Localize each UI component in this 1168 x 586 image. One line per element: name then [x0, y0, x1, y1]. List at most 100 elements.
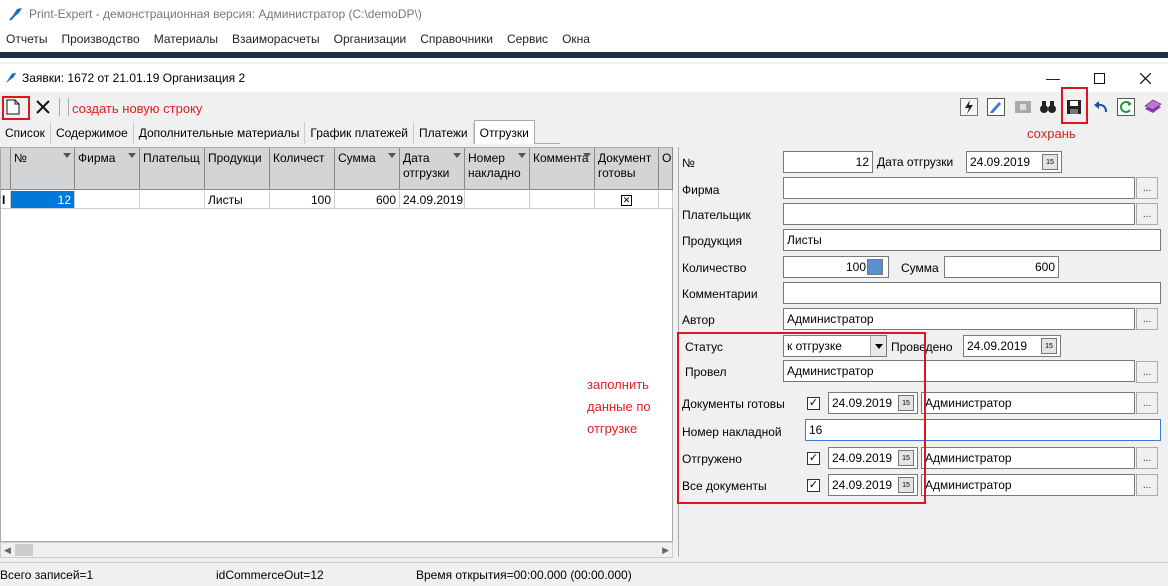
- firm-field[interactable]: [783, 177, 1135, 199]
- product-label: Продукция: [682, 234, 743, 248]
- scroll-left-icon[interactable]: ◀: [4, 545, 11, 556]
- menu-production[interactable]: Производство: [61, 32, 139, 46]
- product-field[interactable]: Листы: [783, 229, 1161, 251]
- cell-other[interactable]: [659, 191, 673, 209]
- window-title-bar: Заявки: 1672 от 21.01.19 Организация 2 —: [0, 64, 1168, 92]
- annotation-box-shipping: [677, 332, 926, 504]
- author-field[interactable]: Администратор: [783, 308, 1135, 330]
- calendar-icon[interactable]: 15: [1042, 154, 1058, 170]
- undo-icon: [1094, 101, 1107, 113]
- comment-field[interactable]: [783, 282, 1161, 304]
- all-docs-user-field[interactable]: Администратор: [921, 474, 1135, 496]
- cell-sum[interactable]: 600: [335, 191, 400, 209]
- menu-windows[interactable]: Окна: [562, 32, 590, 46]
- column-header-invoice-number[interactable]: Номер накладно: [465, 148, 530, 190]
- status-record-id: idCommerceOut=12: [216, 568, 324, 582]
- tab-shipments[interactable]: Отгрузки: [473, 120, 535, 144]
- column-header-payer[interactable]: Плательщ: [140, 148, 205, 190]
- mdi-frame-band: [0, 50, 1168, 62]
- grid-horizontal-scrollbar[interactable]: ◀ ▶: [0, 542, 673, 558]
- cell-docs-ready-checkbox[interactable]: ✕: [595, 191, 659, 209]
- refresh-button[interactable]: [1115, 96, 1137, 118]
- payer-label: Плательщик: [682, 208, 751, 222]
- lightning-button[interactable]: [958, 96, 980, 118]
- scroll-right-icon[interactable]: ▶: [662, 545, 669, 556]
- number-label: №: [682, 156, 695, 170]
- column-header-number[interactable]: №: [11, 148, 75, 190]
- close-icon: [1139, 72, 1151, 84]
- grid-header: № Фирма Плательщ Продукци Количест Сумма…: [1, 148, 673, 190]
- scroll-thumb[interactable]: [15, 544, 33, 556]
- toolbar-separator: [59, 98, 60, 116]
- row-indicator-header: [1, 148, 11, 190]
- tab-extra-materials[interactable]: Дополнительные материалы: [133, 122, 306, 144]
- cell-product[interactable]: Листы: [205, 191, 270, 209]
- number-field[interactable]: 12: [783, 151, 873, 173]
- cell-ship-date[interactable]: 24.09.2019: [400, 191, 465, 209]
- menu-organizations[interactable]: Организации: [334, 32, 407, 46]
- author-lookup-button[interactable]: ...: [1136, 308, 1158, 330]
- delete-row-button[interactable]: [32, 96, 54, 118]
- firm-label: Фирма: [682, 183, 720, 197]
- annotation-fill: заполнить данные по отгрузке: [587, 377, 651, 436]
- menu-service[interactable]: Сервис: [507, 32, 548, 46]
- shipments-grid[interactable]: № Фирма Плательщ Продукци Количест Сумма…: [0, 147, 673, 542]
- column-header-quantity[interactable]: Количест: [270, 148, 335, 190]
- calendar-icon[interactable]: 15: [1041, 338, 1057, 354]
- app-title: Print-Expert - демонстрационная версия: …: [29, 7, 422, 21]
- undo-button[interactable]: [1090, 96, 1112, 118]
- annotation-box-save: [1061, 87, 1088, 124]
- toolbar-separator: [68, 98, 69, 116]
- payer-field[interactable]: [783, 203, 1135, 225]
- calculator-icon[interactable]: [867, 259, 883, 275]
- column-header-ship-date[interactable]: Дата отгрузки: [400, 148, 465, 190]
- find-button[interactable]: [1037, 96, 1059, 118]
- posted-by-lookup-button[interactable]: ...: [1136, 361, 1158, 383]
- cell-comment[interactable]: [530, 191, 595, 209]
- firm-lookup-button[interactable]: ...: [1136, 177, 1158, 199]
- docs-ready-lookup-button[interactable]: ...: [1136, 392, 1158, 414]
- payer-lookup-button[interactable]: ...: [1136, 203, 1158, 225]
- status-bar: Всего записей=1 idCommerceOut=12 Время о…: [0, 562, 1168, 586]
- ship-date-label: Дата отгрузки: [877, 155, 954, 169]
- tab-payments[interactable]: Платежи: [413, 122, 474, 144]
- column-header-firm[interactable]: Фирма: [75, 148, 140, 190]
- column-header-docs-ready[interactable]: Документ готовы: [595, 148, 659, 190]
- tab-contents[interactable]: Содержимое: [50, 122, 134, 144]
- author-label: Автор: [682, 313, 715, 327]
- docs-ready-user-field[interactable]: Администратор: [921, 392, 1135, 414]
- minimize-icon: —: [1046, 70, 1060, 86]
- all-docs-lookup-button[interactable]: ...: [1136, 474, 1158, 496]
- export-icon: [1015, 101, 1031, 113]
- menu-references[interactable]: Справочники: [420, 32, 493, 46]
- refresh-icon: [1117, 98, 1135, 116]
- column-header-comment[interactable]: Коммента: [530, 148, 595, 190]
- cell-number[interactable]: 12: [11, 191, 75, 209]
- tab-bar: Список Содержимое Дополнительные материа…: [0, 120, 560, 144]
- column-header-product[interactable]: Продукци: [205, 148, 270, 190]
- shipped-user-field[interactable]: Администратор: [921, 447, 1135, 469]
- sum-field[interactable]: 600: [944, 256, 1059, 278]
- docs-ready-check-icon: ✕: [621, 195, 632, 207]
- tab-list[interactable]: Список: [0, 122, 51, 144]
- menu-settlements[interactable]: Взаиморасчеты: [232, 32, 320, 46]
- window-logo-icon: [5, 72, 17, 84]
- books-button[interactable]: [1142, 96, 1164, 118]
- comment-label: Комментарии: [682, 287, 758, 301]
- status-total-records: Всего записей=1: [0, 568, 94, 582]
- tab-payment-schedule[interactable]: График платежей: [305, 122, 414, 144]
- column-header-sum[interactable]: Сумма: [335, 148, 400, 190]
- binoculars-icon: [1040, 101, 1056, 113]
- shipped-lookup-button[interactable]: ...: [1136, 447, 1158, 469]
- menu-materials[interactable]: Материалы: [154, 32, 218, 46]
- column-header-other[interactable]: О: [659, 148, 673, 190]
- edit-button[interactable]: [985, 96, 1007, 118]
- close-window-button[interactable]: [1122, 64, 1168, 92]
- menu-reports[interactable]: Отчеты: [6, 32, 47, 46]
- cell-payer[interactable]: [140, 191, 205, 209]
- cell-quantity[interactable]: 100: [270, 191, 335, 209]
- cell-firm[interactable]: [75, 191, 140, 209]
- export-button[interactable]: [1012, 96, 1034, 118]
- table-row[interactable]: I 12 Листы 100 600 24.09.2019 ✕: [1, 191, 673, 209]
- cell-invoice-number[interactable]: [465, 191, 530, 209]
